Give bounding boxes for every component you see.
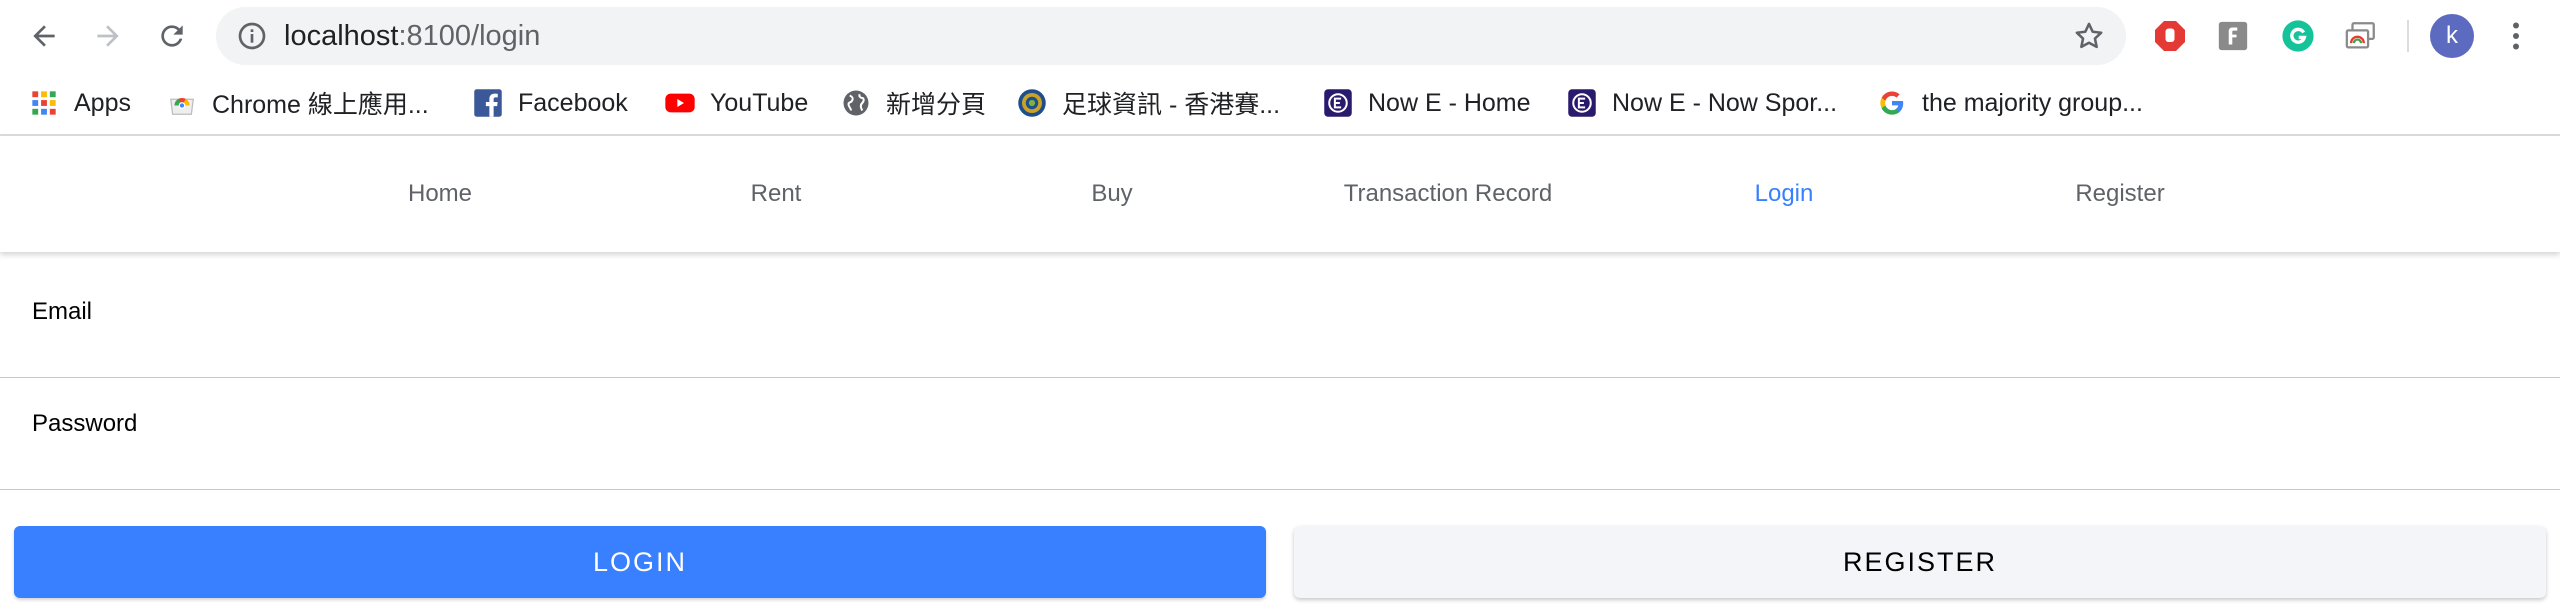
url-text[interactable]: localhost:8100/login bbox=[284, 7, 540, 65]
bookmark-hkjc-football[interactable]: 足球資訊 - 香港賽... bbox=[1016, 72, 1280, 134]
password-label: Password bbox=[32, 410, 138, 437]
bookmark-label: 新增分頁 bbox=[886, 91, 987, 119]
browser-toolbar: localhost:8100/login k bbox=[0, 0, 2560, 72]
toolbar-divider bbox=[2407, 20, 2409, 52]
profile-avatar[interactable]: k bbox=[2430, 14, 2474, 58]
hkjc-icon bbox=[1016, 87, 1048, 119]
flash-icon bbox=[2218, 21, 2248, 51]
bookmark-label: Apps bbox=[74, 88, 131, 117]
bookmarks-bar: Apps Chrome 線上應用... Facebook YouTube 新增分… bbox=[0, 72, 2560, 136]
site-info-icon[interactable] bbox=[236, 20, 268, 52]
bookmark-label: Now E - Home bbox=[1368, 88, 1531, 117]
url-path: :8100/login bbox=[398, 20, 541, 52]
cast-icon bbox=[2345, 22, 2375, 49]
password-item: Password bbox=[0, 378, 2560, 490]
youtube-icon bbox=[664, 87, 696, 119]
bookmark-label: Chrome 線上應用... bbox=[212, 91, 429, 119]
bookmark-now-e-home[interactable]: Now E - Home bbox=[1322, 72, 1531, 134]
bookmark-label: Facebook bbox=[518, 88, 628, 117]
register-button[interactable]: REGISTER bbox=[1294, 526, 2546, 598]
login-button[interactable]: LOGIN bbox=[14, 526, 1266, 598]
forward-arrow-icon bbox=[97, 25, 119, 47]
now-e-icon bbox=[1322, 87, 1354, 119]
kebab-menu-icon bbox=[2513, 22, 2519, 50]
bookmark-label: YouTube bbox=[710, 88, 809, 117]
back-button[interactable] bbox=[20, 12, 68, 60]
globe-icon bbox=[840, 87, 872, 119]
grammarly-extension-button[interactable] bbox=[2278, 16, 2318, 56]
bookmark-apps[interactable]: Apps bbox=[28, 72, 131, 134]
adblock-extension-button[interactable] bbox=[2150, 16, 2190, 56]
bookmark-star-icon[interactable] bbox=[2072, 19, 2106, 53]
tab-transaction-record[interactable]: Transaction Record bbox=[1280, 136, 1616, 252]
bookmark-label: 足球資訊 - 香港賽... bbox=[1062, 91, 1281, 119]
back-arrow-icon bbox=[33, 25, 55, 47]
cast-extension-button[interactable] bbox=[2341, 16, 2381, 56]
tab-buy[interactable]: Buy bbox=[944, 136, 1280, 252]
now-e-icon bbox=[1566, 87, 1598, 119]
reload-icon bbox=[161, 25, 183, 47]
forward-button[interactable] bbox=[84, 12, 132, 60]
address-bar[interactable]: localhost:8100/login bbox=[216, 7, 2126, 65]
password-field[interactable] bbox=[32, 442, 2532, 482]
email-label: Email bbox=[32, 298, 93, 325]
bookmark-majority-group[interactable]: the majority group... bbox=[1876, 72, 2143, 134]
bookmark-label: Now E - Now Spor... bbox=[1612, 88, 1838, 117]
app-navigation: Home Rent Buy Transaction Record Login R… bbox=[0, 136, 2560, 252]
chrome-webstore-icon bbox=[166, 87, 198, 119]
tab-rent[interactable]: Rent bbox=[608, 136, 944, 252]
bookmark-now-e-sports[interactable]: Now E - Now Spor... bbox=[1566, 72, 1837, 134]
tab-register[interactable]: Register bbox=[1952, 136, 2288, 252]
url-host: localhost bbox=[284, 20, 399, 52]
grammarly-icon bbox=[2282, 20, 2314, 52]
flash-extension-button[interactable] bbox=[2213, 16, 2253, 56]
reload-button[interactable] bbox=[148, 12, 196, 60]
tab-home[interactable]: Home bbox=[272, 136, 608, 252]
facebook-icon bbox=[472, 87, 504, 119]
tab-login[interactable]: Login bbox=[1616, 136, 1952, 252]
bookmark-youtube[interactable]: YouTube bbox=[664, 72, 808, 134]
bookmark-chrome-webstore[interactable]: Chrome 線上應用... bbox=[166, 72, 429, 134]
bookmark-new-tab[interactable]: 新增分頁 bbox=[840, 72, 986, 134]
google-icon bbox=[1876, 87, 1908, 119]
bookmark-facebook[interactable]: Facebook bbox=[472, 72, 628, 134]
email-field[interactable] bbox=[32, 330, 2532, 370]
apps-grid-icon bbox=[28, 87, 60, 119]
browser-menu-button[interactable] bbox=[2494, 14, 2538, 58]
bookmark-label: the majority group... bbox=[1922, 88, 2143, 117]
email-item: Email bbox=[0, 266, 2560, 378]
adblock-icon bbox=[2155, 21, 2185, 51]
